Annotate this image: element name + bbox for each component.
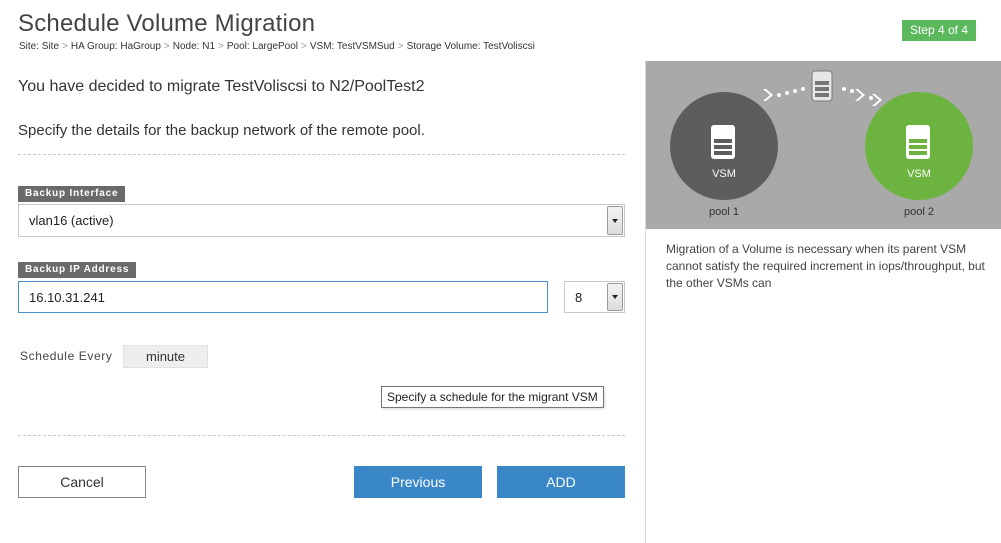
schedule-tooltip: Specify a schedule for the migrant VSM <box>381 386 604 408</box>
migration-diagram: VSM pool 1 VSM pool 2 <box>646 61 1001 229</box>
schedule-interval-button[interactable]: minute <box>123 345 208 368</box>
breadcrumb-separator: > <box>397 41 404 52</box>
step-badge: Step 4 of 4 <box>902 20 976 41</box>
breadcrumb-separator: > <box>218 41 224 52</box>
source-pool-circle: VSM <box>670 92 778 200</box>
cancel-button[interactable]: Cancel <box>18 466 146 498</box>
backup-ip-label: Backup IP Address <box>18 262 137 278</box>
divider <box>18 154 625 155</box>
backup-interface-select[interactable]: vlan16 (active) <box>18 204 625 237</box>
chevron-down-icon[interactable] <box>607 283 623 311</box>
target-vsm-label: VSM <box>907 168 931 180</box>
server-icon <box>811 70 833 102</box>
target-pool-circle: VSM <box>865 92 973 200</box>
schedule-label: Schedule Every <box>20 349 113 363</box>
chevron-down-icon[interactable] <box>607 206 623 235</box>
breadcrumb-separator: > <box>163 41 170 52</box>
previous-button[interactable]: Previous <box>354 466 482 498</box>
backup-interface-value: vlan16 (active) <box>29 213 114 228</box>
breadcrumb-item-storage-volume[interactable]: Storage Volume: TestVoliscsi <box>407 41 535 52</box>
breadcrumb-separator: > <box>301 41 307 52</box>
breadcrumb: Site: Site > HA Group: HaGroup > Node: N1 > Po… <box>19 41 535 52</box>
backup-interface-label: Backup Interface <box>18 186 126 202</box>
backup-ip-input[interactable] <box>18 281 548 313</box>
netmask-select[interactable]: 8 <box>564 281 625 313</box>
info-panel: VSM pool 1 VSM pool 2 Migration of a Vol… <box>645 61 1001 543</box>
add-button[interactable]: ADD <box>497 466 625 498</box>
breadcrumb-item-site[interactable]: Site: Site <box>19 41 59 52</box>
breadcrumb-item-hagroup[interactable]: HA Group: HaGroup <box>71 41 161 52</box>
instruction-text: Specify the details for the backup netwo… <box>18 122 425 139</box>
source-vsm-label: VSM <box>712 168 736 180</box>
divider <box>18 435 625 436</box>
netmask-value: 8 <box>575 290 583 305</box>
breadcrumb-item-vsm[interactable]: VSM: TestVSMSud <box>310 41 395 52</box>
breadcrumb-item-pool[interactable]: Pool: LargePool <box>227 41 298 52</box>
migrate-message: You have decided to migrate TestVoliscsi… <box>18 78 425 95</box>
server-icon <box>906 125 930 159</box>
source-pool-label: pool 1 <box>709 206 739 218</box>
breadcrumb-separator: > <box>62 41 68 52</box>
page-title: Schedule Volume Migration <box>18 10 316 37</box>
target-pool-label: pool 2 <box>904 206 934 218</box>
migration-description: Migration of a Volume is necessary when … <box>666 242 985 290</box>
breadcrumb-item-node[interactable]: Node: N1 <box>173 41 215 52</box>
server-icon <box>711 125 735 159</box>
